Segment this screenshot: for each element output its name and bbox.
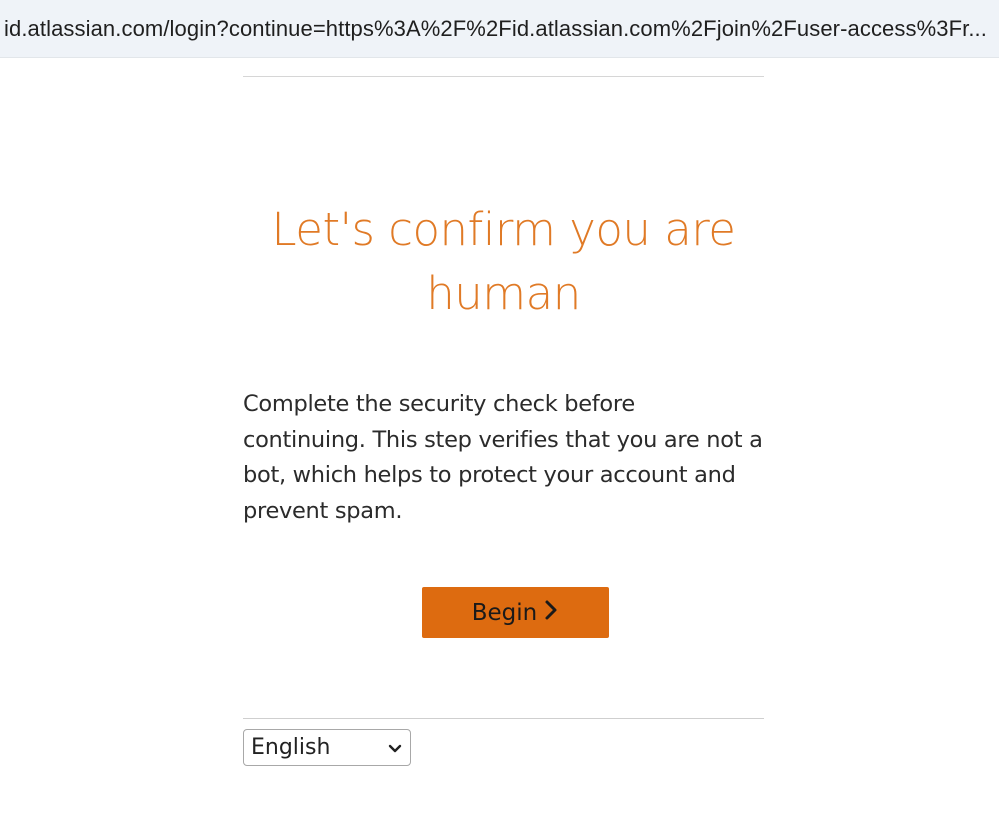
- top-divider: [243, 76, 764, 77]
- security-check-description: Complete the security check before conti…: [243, 391, 763, 524]
- language-select[interactable]: English: [243, 729, 411, 766]
- chevron-down-icon: [388, 744, 402, 752]
- page-title: Let's confirm you are human: [271, 203, 736, 320]
- begin-button[interactable]: Begin: [422, 587, 609, 638]
- url-text[interactable]: id.atlassian.com/login?continue=https%3A…: [4, 16, 996, 42]
- bottom-divider: [243, 718, 764, 719]
- address-bar[interactable]: id.atlassian.com/login?continue=https%3A…: [0, 0, 999, 58]
- chevron-right-icon: [545, 600, 557, 619]
- begin-label: Begin: [471, 599, 538, 626]
- language-selected-value: English: [251, 735, 331, 760]
